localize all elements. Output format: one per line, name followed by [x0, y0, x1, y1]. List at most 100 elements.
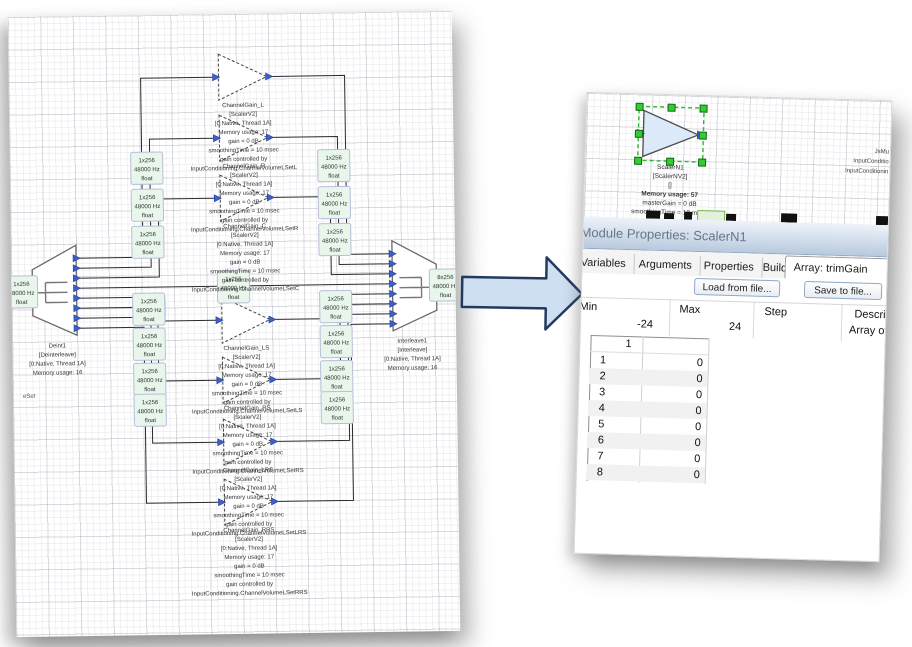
wire-info-text: 1x256 [140, 299, 157, 305]
trim-gain-value[interactable]: 0 [697, 355, 704, 371]
scaler-detail-label: [0:Native, Thread 1A] [218, 363, 275, 370]
wire-info-text: 48000 Hz [321, 201, 347, 207]
wire-info-text: 48000 Hz [323, 340, 349, 346]
selection-handle[interactable] [635, 130, 642, 137]
scalerN1-module[interactable] [643, 110, 699, 158]
scaler-name-label: ChannelGain_LRS [223, 467, 273, 474]
scaler-detail-label: [ScalerV2] [229, 112, 257, 118]
wire-info-text: 1x256 [141, 334, 158, 340]
scaler-detail-label: gain = 0 dB [232, 442, 263, 448]
scaler-detail-label: smoothingTime = 10 msec [212, 390, 282, 397]
scaler-detail-label: InputConditioning.ChannelVolumeLSetRRS [192, 590, 308, 598]
header-max: Max [679, 304, 700, 317]
signal-flow-page: 1x256 48000 Hz float 1x256 48000 Hz float 1x25… [8, 11, 461, 637]
trim-gain-value[interactable]: 0 [695, 403, 702, 419]
wire-info-text: 48000 Hz [137, 378, 163, 384]
wire-info-text: 1x256 [140, 232, 157, 238]
table-column-header: 1 [625, 337, 632, 352]
transition-arrow [457, 251, 590, 339]
min-value[interactable]: -24 [637, 318, 653, 330]
scaler-detail-label: smoothingTime = 10 msec [209, 208, 279, 215]
wire-info-text: 1x256 [138, 158, 155, 164]
scaler-name-label: ChannelGain_L [222, 103, 264, 110]
scaler-detail-label: [0:Native, Thread 1A] [217, 241, 274, 248]
column-separator [753, 303, 755, 339]
scaler-detail-label: smoothingTime = 10 msec [210, 268, 280, 275]
selection-handle[interactable] [700, 105, 707, 112]
tab-variables[interactable]: Variables [574, 253, 635, 275]
scaler-detail-label: gain = 0 dB [234, 564, 265, 570]
scaler-detail-label: gain = 0 dB [228, 139, 259, 145]
wire-info-text: 1x256 [141, 369, 158, 375]
load-from-file-button[interactable]: Load from file... [694, 278, 780, 297]
wire-info-text: float [331, 349, 343, 355]
scaler-detail-label: gain controlled by [220, 157, 267, 164]
save-to-file-button[interactable]: Save to file... [804, 281, 882, 300]
wire-info-text: float [144, 387, 156, 393]
trim-gain-value[interactable]: 0 [694, 435, 701, 451]
scaler-module[interactable] [218, 54, 267, 101]
scaler-detail-label: [ScalerV2] [234, 477, 262, 483]
scaler-detail-label: gain = 0 dB [232, 382, 263, 388]
trim-gain-value[interactable]: 0 [696, 371, 703, 387]
wire-info-text: 48000 Hz [324, 375, 350, 381]
wire-info-text: 1x256 [326, 192, 343, 198]
wire-info-text: 1x256 [325, 155, 342, 161]
clipped-module-text: JsMu [875, 149, 890, 155]
deint-label: [Deinterleave] [39, 352, 76, 359]
wire-info-text: float [329, 211, 341, 217]
trim-gain-value[interactable]: 0 [695, 419, 702, 435]
wire-info-text: 1x256 [328, 331, 345, 337]
scaler-detail-label: Memory usage: 17 [220, 250, 270, 257]
tab-arguments[interactable]: Arguments [630, 254, 701, 276]
scaler-detail-label: InputConditioning.ChannelVolumeLSetC [192, 286, 300, 294]
scaler-name-label: ChannelGain_RS [224, 405, 271, 412]
selection-handle[interactable] [636, 103, 643, 110]
selection-handle[interactable] [668, 104, 675, 111]
scaler-detail-label: [ScalerV2] [233, 415, 261, 421]
clipped-module-text: InputConditio [853, 158, 889, 165]
wire-info-text: float [228, 295, 240, 301]
wire-info-text: float [143, 317, 155, 323]
right-arrow-icon [461, 256, 582, 330]
wire-info-text: 48000 Hz [136, 343, 162, 349]
wire-info-text: 48000 Hz [135, 241, 161, 247]
scaler-detail-label: smoothingTime = 10 msec [213, 450, 283, 457]
row-index: 2 [599, 368, 606, 384]
wire-info-text: float [332, 415, 344, 421]
cutoff-glyph [684, 212, 692, 220]
wire-info-text: 1x256 [328, 366, 345, 372]
trim-gain-value[interactable]: 0 [696, 387, 703, 403]
signal-flow-diagram: 1x256 48000 Hz float 1x256 48000 Hz float 1x25… [8, 11, 461, 637]
row-index: 8 [597, 464, 604, 480]
header-descript: Descript [854, 308, 892, 321]
scaler-detail-label: gain controlled by [224, 459, 271, 466]
wire-info-text: float [328, 174, 340, 180]
wire-info-text: float [330, 314, 342, 320]
tab-properties[interactable]: Properties [695, 256, 763, 278]
interleave-label: Memory usage: 16 [388, 365, 438, 372]
scaler-detail-label: smoothingTime = 10 msec [214, 572, 284, 579]
header-step: Step [764, 306, 787, 319]
cutoff-glyph [781, 213, 797, 222]
trim-gain-value[interactable]: 0 [694, 451, 701, 467]
row-index: 4 [598, 400, 605, 416]
scaler-detail-label: Memory usage: 17 [224, 494, 274, 501]
scaler-detail-label: [0:Native, Thread 1A] [221, 545, 278, 552]
scaler-detail-label: Memory usage: 17 [218, 129, 268, 136]
deint-label: Deint1 [49, 343, 67, 349]
trim-gain-value[interactable]: 0 [694, 467, 701, 483]
wire-info-text: float [331, 384, 343, 390]
wire-info-text: 1x256 [142, 400, 159, 406]
row-index: 3 [599, 384, 606, 400]
mini-canvas: ScalerN1 [ScalerNV2] [] Memory usage: 57… [584, 93, 891, 225]
max-value[interactable]: 24 [729, 321, 742, 333]
scaler-detail-label: gain = 0 dB [229, 200, 260, 206]
table-row[interactable]: 80 [587, 464, 705, 483]
interleave-label: [Interleave] [398, 347, 428, 353]
scaler-detail-label: Memory usage: 17 [223, 432, 273, 439]
wire-info-text: 48000 Hz [134, 204, 160, 210]
selection-handle[interactable] [699, 132, 706, 139]
scaler-detail-label: [ScalerV2] [230, 173, 258, 179]
deinterleave-module[interactable] [32, 245, 77, 336]
